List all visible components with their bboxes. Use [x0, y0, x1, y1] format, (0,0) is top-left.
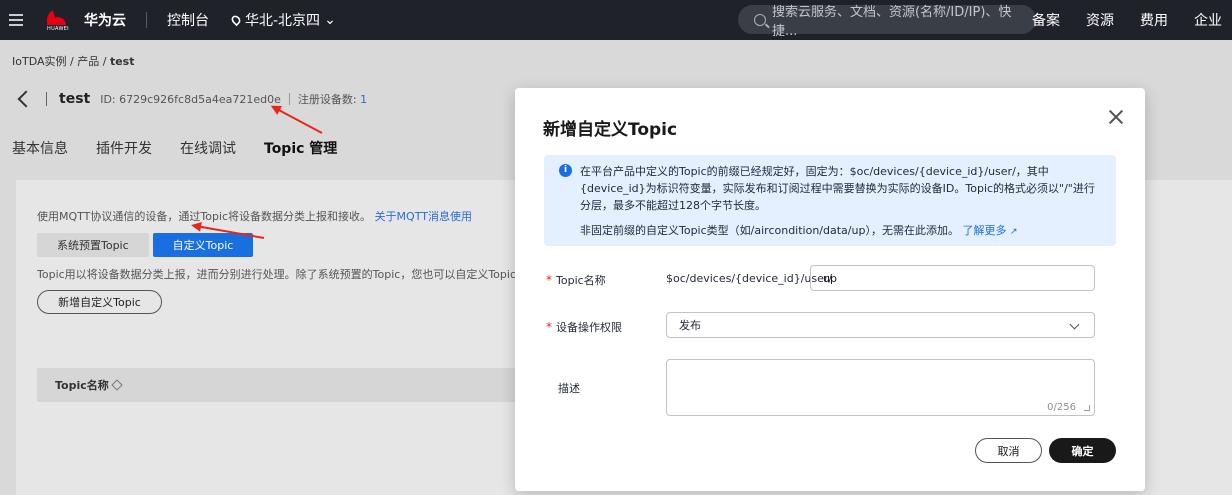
tab-online-debug[interactable]: 在线调试 [180, 138, 236, 158]
close-icon[interactable] [1107, 108, 1125, 126]
info-icon: i [559, 164, 572, 177]
chevron-down-icon [1069, 319, 1080, 330]
breadcrumb-products[interactable]: 产品 [77, 55, 99, 68]
topic-description: Topic用以将设备数据分类上报，进而分别进行处理。除了系统预置的Topic，您… [37, 268, 517, 281]
product-name: test [59, 91, 91, 107]
divider [288, 93, 290, 105]
brand-name[interactable]: 华为云 [84, 10, 126, 30]
permission-value: 发布 [679, 319, 701, 332]
product-id: ID: 6729c926fc8d5a4ea721ed0e [100, 92, 281, 106]
mqtt-hint-link[interactable]: 关于MQTT消息使用 [375, 210, 472, 223]
topic-prefix: $oc/devices/{device_id}/user/ [666, 272, 833, 285]
tab-basic-info[interactable]: 基本信息 [12, 138, 68, 158]
topic-name-label: Topic名称 [556, 274, 606, 287]
breadcrumb-separator: / [70, 55, 74, 68]
top-link-filing[interactable]: 备案 [1032, 10, 1060, 30]
dialog-title: 新增自定义Topic [543, 120, 678, 140]
permission-select[interactable]: 发布 [666, 312, 1095, 338]
column-topic-name[interactable]: Topic名称 [55, 377, 109, 393]
topic-name-label-row: * Topic名称 [546, 272, 606, 288]
permission-label: 设备操作权限 [556, 321, 622, 334]
region-selector[interactable]: 华北-北京四 ⌄ [229, 10, 336, 30]
required-asterisk: * [546, 320, 552, 334]
breadcrumb-current: test [109, 55, 135, 68]
seg-system-topic[interactable]: 系统预置Topic [37, 233, 149, 257]
divider [46, 92, 47, 106]
add-custom-topic-button[interactable]: 新增自定义Topic [37, 290, 162, 314]
logo-text: HUAWEI [47, 25, 69, 32]
search-icon [754, 13, 766, 26]
topic-name-input[interactable]: up [810, 265, 1095, 291]
confirm-button[interactable]: 确定 [1049, 438, 1116, 463]
description-label-row: 描述 [558, 380, 580, 396]
hamburger-menu-icon[interactable] [0, 0, 32, 40]
location-pin-icon [229, 13, 243, 27]
required-asterisk: * [546, 273, 552, 287]
info-text-2: 非固定前缀的自定义Topic类型（如/aircondition/data/up）… [580, 222, 1102, 241]
search-placeholder: 搜索云服务、文档、资源(名称/ID/IP)、快捷... [771, 4, 1012, 39]
tab-topic-management[interactable]: Topic 管理 [264, 138, 337, 158]
cancel-button[interactable]: 取消 [975, 438, 1042, 463]
product-header: test ID: 6729c926fc8d5a4ea721ed0e 注册设备数:… [0, 84, 367, 114]
breadcrumb-separator: / [102, 55, 107, 68]
description-label: 描述 [558, 382, 580, 395]
permission-label-row: * 设备操作权限 [546, 319, 622, 335]
breadcrumb: IoTDA实例 / 产品 / test [12, 53, 134, 69]
device-count-value[interactable]: 1 [360, 93, 367, 106]
seg-custom-topic[interactable]: 自定义Topic [152, 233, 254, 257]
info-text-1: 在平台产品中定义的Topic的前缀已经规定好，固定为：$oc/devices/{… [580, 165, 1095, 212]
breadcrumb-iotda[interactable]: IoTDA实例 [12, 55, 67, 68]
learn-more-link[interactable]: 了解更多 [962, 224, 1006, 237]
mqtt-hint-text: 使用MQTT协议通信的设备，通过Topic将设备数据分类上报和接收。 [37, 210, 372, 223]
char-counter: 0/256 [1047, 402, 1076, 413]
huawei-logo[interactable]: HUAWEI [44, 8, 72, 32]
external-link-icon: ↗ [1009, 227, 1018, 237]
global-search-input[interactable]: 搜索云服务、文档、资源(名称/ID/IP)、快捷... [738, 5, 1036, 39]
back-arrow-icon[interactable] [17, 90, 35, 108]
console-link[interactable]: 控制台 [167, 10, 209, 30]
chevron-down-icon: ⌄ [324, 12, 336, 28]
top-link-enterprise[interactable]: 企业 [1194, 10, 1222, 30]
tab-plugin-dev[interactable]: 插件开发 [96, 138, 152, 158]
mqtt-hint: 使用MQTT协议通信的设备，通过Topic将设备数据分类上报和接收。 关于MQT… [37, 208, 472, 224]
top-nav-bar: HUAWEI 华为云 控制台 华北-北京四 ⌄ 搜索云服务、文档、资源(名称/I… [0, 0, 1232, 40]
sort-icon[interactable] [111, 379, 123, 391]
top-link-billing[interactable]: 费用 [1140, 10, 1168, 30]
divider [146, 12, 147, 28]
description-textarea[interactable]: 0/256 [666, 359, 1095, 416]
resize-handle-icon[interactable] [1084, 405, 1090, 411]
info-box: i 在平台产品中定义的Topic的前缀已经规定好，固定为：$oc/devices… [544, 155, 1116, 246]
device-count-label: 注册设备数: [297, 93, 357, 106]
device-count: 注册设备数: 1 [298, 91, 367, 107]
product-tabs: 基本信息 插件开发 在线调试 Topic 管理 [12, 138, 337, 158]
topic-type-switch: 系统预置Topic 自定义Topic [37, 233, 254, 257]
info-text-2-body: 非固定前缀的自定义Topic类型（如/aircondition/data/up）… [580, 224, 959, 237]
top-link-resources[interactable]: 资源 [1086, 10, 1114, 30]
add-custom-topic-dialog: 新增自定义Topic i 在平台产品中定义的Topic的前缀已经规定好，固定为：… [515, 88, 1145, 491]
region-label: 华北-北京四 [245, 13, 321, 29]
huawei-flower-icon [47, 8, 69, 25]
top-links: 备案 资源 费用 企业 [1032, 0, 1232, 40]
table-header: Topic名称 [37, 368, 517, 402]
